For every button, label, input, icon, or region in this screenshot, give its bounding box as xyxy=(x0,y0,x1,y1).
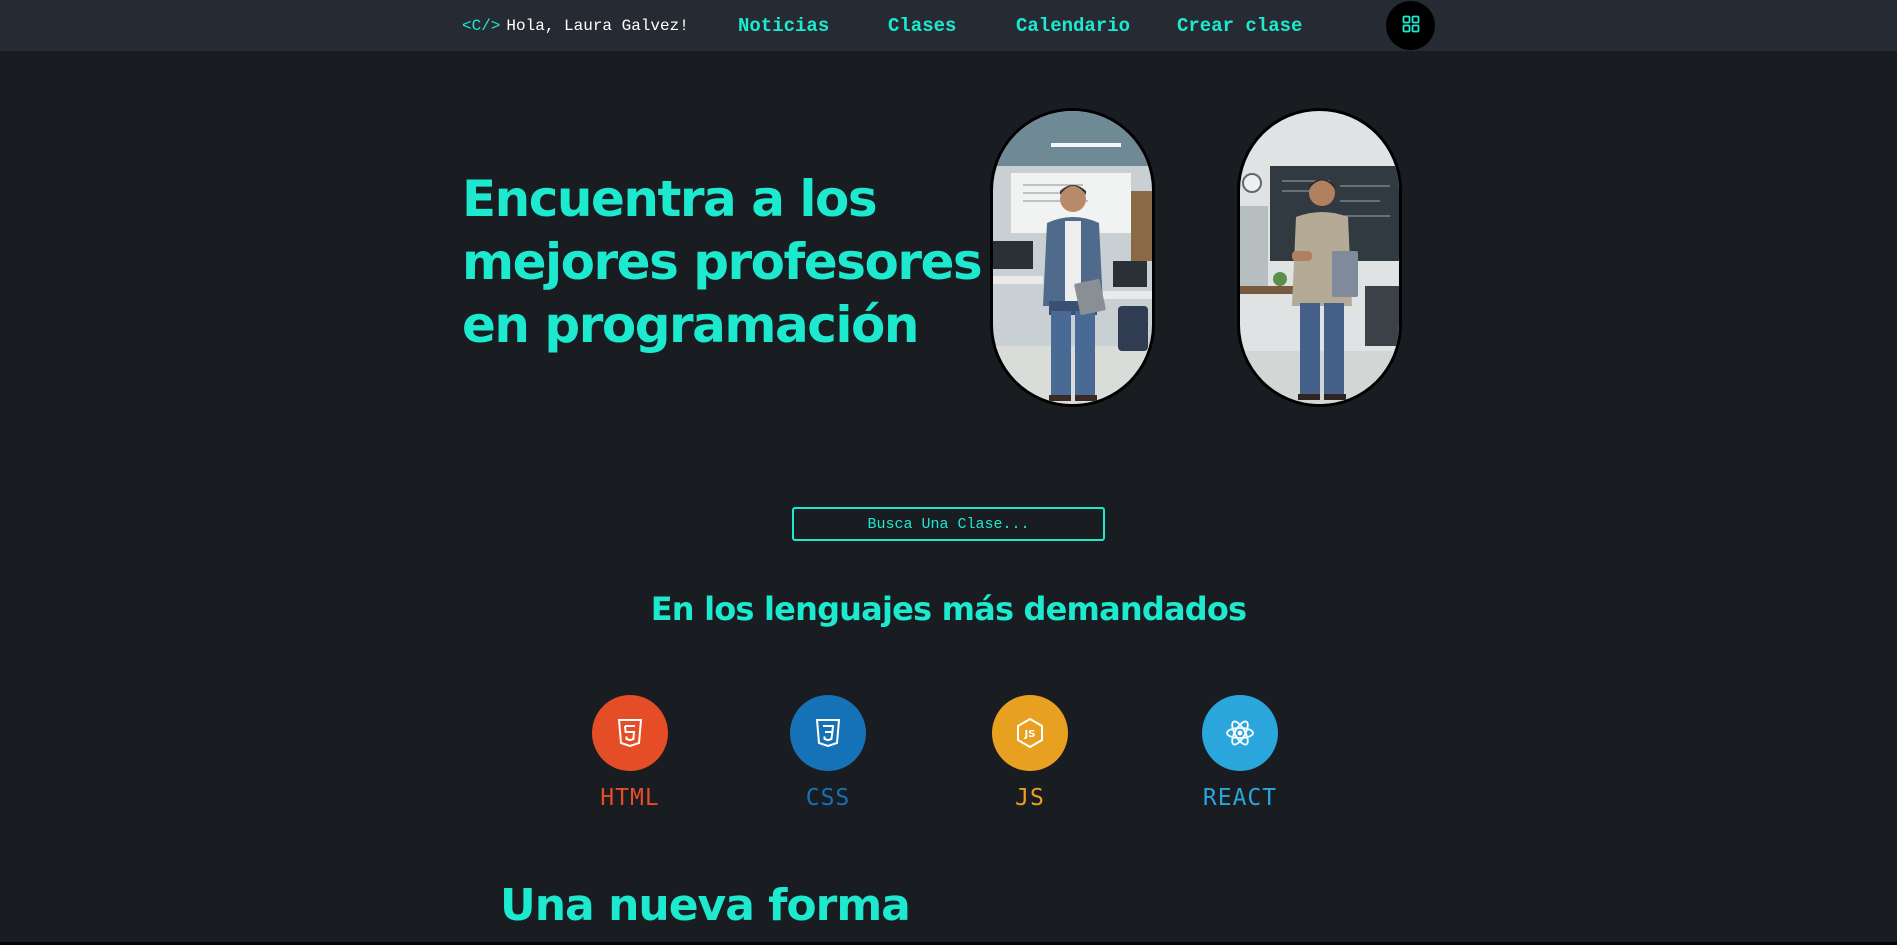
language-html[interactable]: HTML xyxy=(570,695,690,811)
nav-link-crear-clase[interactable]: Crear clase xyxy=(1177,0,1302,51)
page: <C/> Hola, Laura Galvez! Noticias Clases… xyxy=(0,0,1897,945)
css3-icon xyxy=(790,695,866,771)
teacher-photo-2 xyxy=(1237,108,1402,407)
hero-title-line: en programación xyxy=(462,296,919,354)
language-label: CSS xyxy=(805,785,851,811)
grid-icon xyxy=(1402,15,1420,37)
nav-link-clases[interactable]: Clases xyxy=(888,0,956,51)
top-navbar: <C/> Hola, Laura Galvez! Noticias Clases… xyxy=(0,0,1897,51)
brand[interactable]: <C/> Hola, Laura Galvez! xyxy=(462,0,689,51)
search-class-button[interactable]: Busca Una Clase... xyxy=(792,507,1105,541)
html5-icon xyxy=(592,695,668,771)
teacher-photo-1 xyxy=(990,108,1155,407)
hero-title-line: mejores profesores xyxy=(462,233,983,291)
language-css[interactable]: CSS xyxy=(768,695,888,811)
hero-title: Encuentra a los mejores profesores en pr… xyxy=(462,168,983,357)
language-label: JS xyxy=(1015,785,1045,811)
language-label: REACT xyxy=(1202,785,1278,811)
language-react[interactable]: REACT xyxy=(1180,695,1300,811)
hero-title-line: Encuentra a los xyxy=(462,170,878,228)
code-logo: <C/> xyxy=(462,16,501,35)
new-way-heading: Una nueva forma xyxy=(500,880,911,931)
languages-heading: En los lenguajes más demandados xyxy=(650,590,1247,628)
language-js[interactable]: JS JS xyxy=(970,695,1090,811)
nav-link-noticias[interactable]: Noticias xyxy=(738,0,829,51)
user-greeting: Hola, Laura Galvez! xyxy=(506,16,689,35)
svg-text:JS: JS xyxy=(1024,729,1036,740)
nav-link-calendario[interactable]: Calendario xyxy=(1016,0,1130,51)
menu-button[interactable] xyxy=(1386,1,1435,50)
language-label: HTML xyxy=(600,785,660,811)
js-icon: JS xyxy=(992,695,1068,771)
react-icon xyxy=(1202,695,1278,771)
